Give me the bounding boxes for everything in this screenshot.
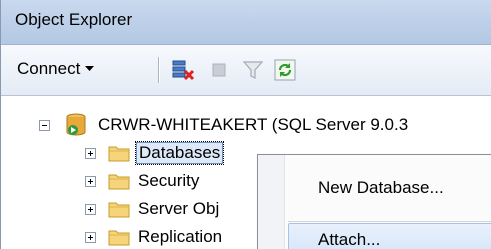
disconnect-icon[interactable] [171,58,195,82]
folder-icon [108,146,130,162]
panel-titlebar[interactable]: Object Explorer [1,0,491,45]
tree-node-replication[interactable]: Replication [85,224,224,249]
object-explorer-window: Object Explorer Connect CRWR-WHITEAKERT … [0,0,491,249]
folder-icon [108,202,130,218]
dropdown-arrow-icon [85,66,95,71]
filter-icon[interactable] [241,58,265,82]
panel-title: Object Explorer [15,10,133,29]
expand-icon[interactable] [85,175,96,187]
menu-item-attach[interactable]: Attach... [288,223,491,249]
menu-item-label: New Database... [318,178,444,197]
folder-icon [108,230,130,246]
tree-label-replication: Replication [138,227,223,246]
expand-icon[interactable] [85,231,96,243]
connect-button[interactable]: Connect [13,56,98,82]
tree-node-databases[interactable]: Databases [85,140,225,166]
toolbar: Connect [1,45,491,96]
stop-icon[interactable] [207,58,231,82]
database-server-icon [66,113,86,136]
tree-label-databases: Databases [134,141,225,165]
context-menu: New Database... Attach... [257,154,491,249]
refresh-icon[interactable] [273,58,297,82]
tree-node-security[interactable]: Security [85,168,201,194]
folder-icon [108,174,130,190]
menu-item-new-database[interactable]: New Database... [288,171,491,205]
server-label: CRWR-WHITEAKERT (SQL Server 9.0.3 [98,115,409,134]
menu-separator [288,221,491,222]
tree-label-server-objects: Server Obj [138,199,220,218]
tree-node-server[interactable]: CRWR-WHITEAKERT (SQL Server 9.0.3 [39,112,410,138]
expand-icon[interactable] [85,203,96,215]
tree-node-server-objects[interactable]: Server Obj [85,196,221,222]
connect-label: Connect [17,59,81,78]
toolbar-separator [158,57,159,83]
menu-icon-gutter [258,155,285,249]
expand-icon[interactable] [85,147,96,159]
collapse-icon[interactable] [39,119,50,131]
tree-label-security: Security [138,171,200,190]
menu-item-label: Attach... [318,230,381,249]
